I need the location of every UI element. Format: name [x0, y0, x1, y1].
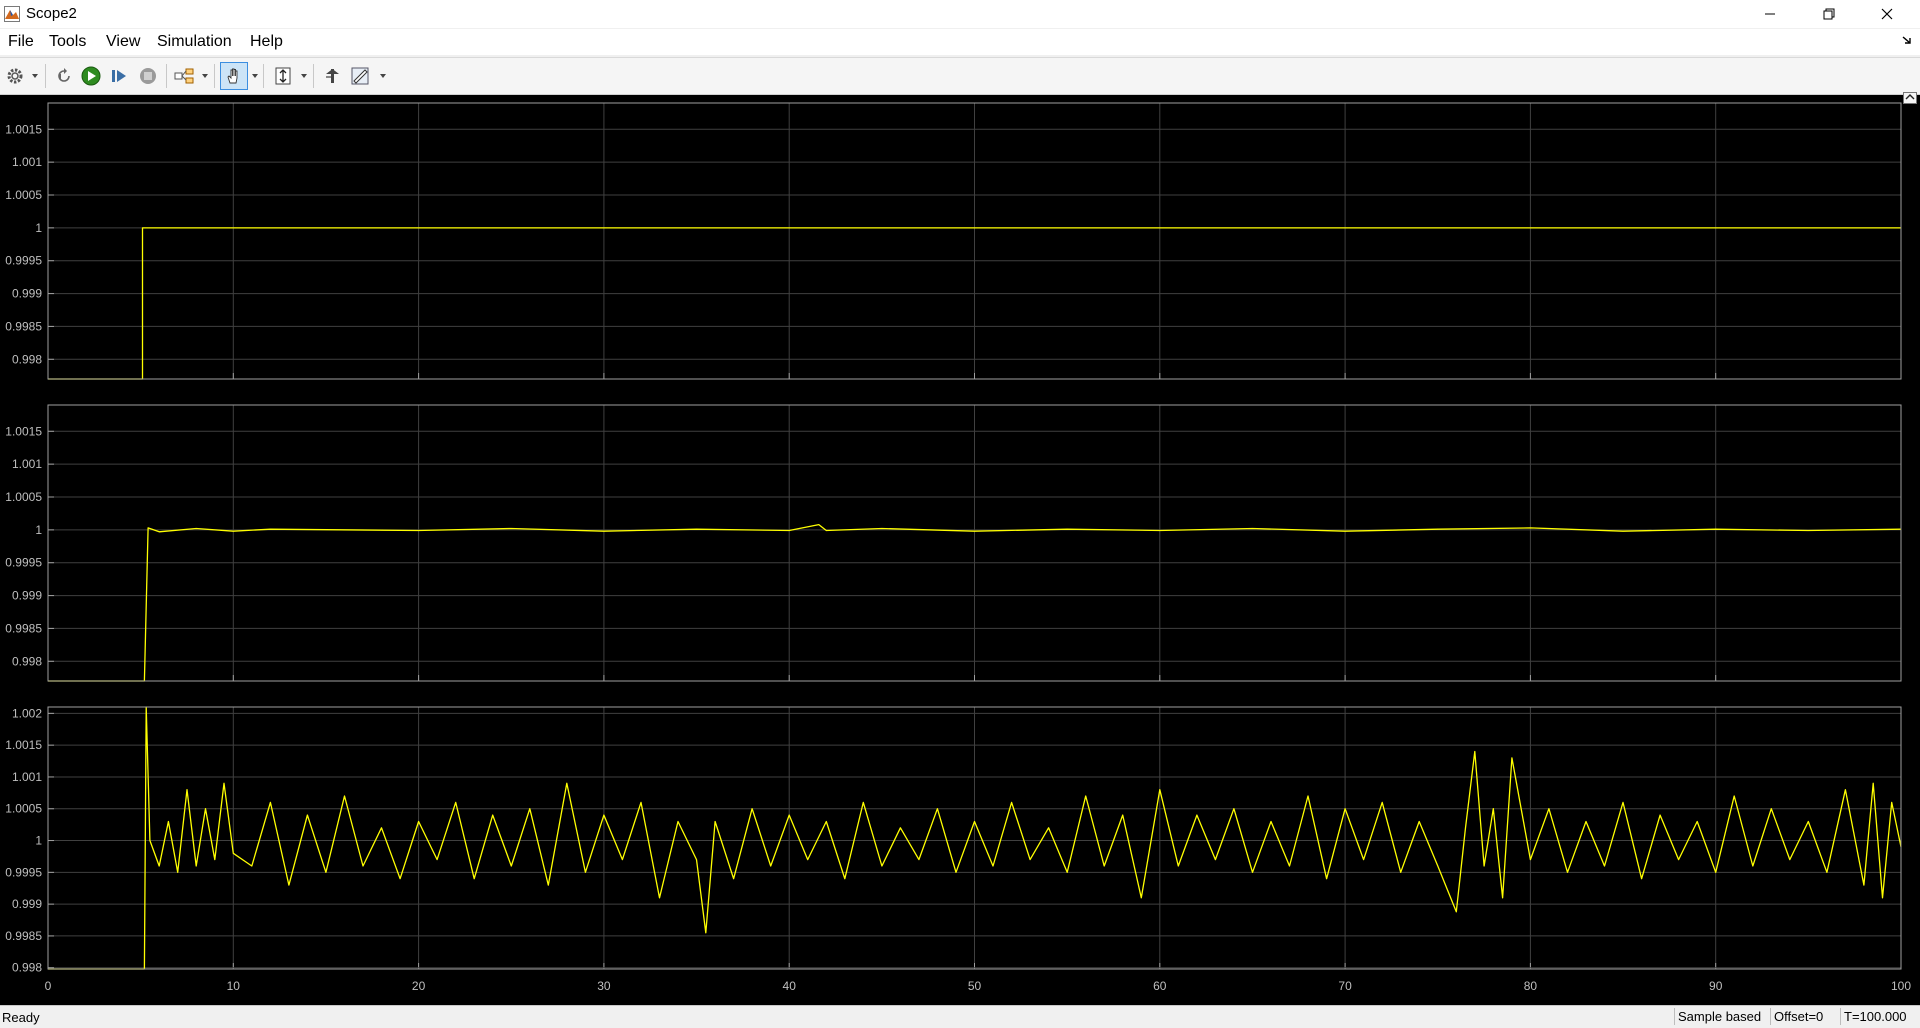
zoom-axes-icon [275, 67, 291, 85]
y-tick-label: 1.001 [12, 770, 42, 784]
y-tick-label: 1.0005 [5, 188, 42, 202]
scope-figure: 0.998 0.9985 0.999 0.9995 1 1.0005 1.001 1.0015… [0, 95, 1920, 1005]
toolbar [0, 57, 1920, 95]
y-tick-label: 0.998 [12, 352, 42, 366]
x-tick-label: 40 [783, 979, 797, 993]
measurement-button[interactable] [350, 65, 372, 87]
x-tick-label: 10 [227, 979, 241, 993]
status-time: T=100.000 [1840, 1008, 1910, 1025]
y-tick-label: 1 [35, 221, 42, 235]
toolbar-separator [214, 64, 215, 88]
step-forward-button[interactable] [108, 65, 130, 87]
y-tick-label: 1.0015 [5, 424, 42, 438]
settings-button[interactable] [4, 65, 26, 87]
restore-icon [1823, 8, 1835, 20]
menu-view[interactable]: View [106, 33, 140, 51]
y-tick-label: 1.001 [12, 457, 42, 471]
run-icon [81, 66, 101, 86]
y-tick-label: 0.9995 [5, 556, 42, 570]
menu-simulation[interactable]: Simulation [157, 33, 232, 51]
measurement-dropdown-icon[interactable] [380, 73, 386, 79]
toolbar-separator [263, 64, 264, 88]
x-tick-label: 100 [1891, 979, 1911, 993]
y-tick-label: 1 [35, 834, 42, 848]
x-tick-label: 70 [1338, 979, 1352, 993]
y-tick-label: 1 [35, 523, 42, 537]
close-button[interactable] [1864, 0, 1910, 28]
y-tick-label: 1.0015 [5, 122, 42, 136]
scope-plots: 0.9980.99850.9990.999511.00051.0011.0015… [5, 102, 1911, 993]
y-tick-label: 0.9995 [5, 254, 42, 268]
expand-icon[interactable] [1903, 92, 1917, 104]
y-tick-label: 0.998 [12, 961, 42, 975]
y-tick-label: 0.999 [12, 897, 42, 911]
y-tick-label: 1.0005 [5, 802, 42, 816]
y-tick-label: 0.998 [12, 654, 42, 668]
restore-view-button[interactable] [321, 65, 343, 87]
x-tick-label: 0 [45, 979, 52, 993]
minimize-icon [1765, 13, 1775, 15]
y-tick-label: 0.999 [12, 589, 42, 603]
y-tick-label: 0.9995 [5, 865, 42, 879]
y-tick-label: 1.0005 [5, 490, 42, 504]
status-bar: Ready Sample based Offset=0 T=100.000 [0, 1005, 1920, 1028]
pan-button[interactable] [220, 62, 248, 90]
app-icon [4, 6, 20, 22]
menu-file[interactable]: File [8, 33, 34, 51]
settings-gear-icon [7, 68, 23, 84]
y-tick-label: 1.001 [12, 155, 42, 169]
highlight-block-icon [174, 68, 194, 84]
toolbar-separator [45, 64, 46, 88]
pan-hand-icon [227, 68, 238, 84]
status-sample-based: Sample based [1674, 1008, 1764, 1025]
highlight-dropdown-icon[interactable] [202, 73, 208, 79]
menu-help[interactable]: Help [250, 33, 283, 51]
toolbar-separator [166, 64, 167, 88]
menu-tools[interactable]: Tools [49, 33, 86, 51]
title-bar: Scope2 [0, 0, 1920, 28]
y-tick-label: 0.9985 [5, 319, 42, 333]
restore-button[interactable] [1806, 0, 1852, 28]
x-tick-label: 90 [1709, 979, 1723, 993]
stop-icon [140, 68, 156, 84]
x-tick-label: 30 [597, 979, 611, 993]
step-back-icon [58, 68, 70, 82]
y-tick-label: 0.9985 [5, 621, 42, 635]
x-tick-label: 80 [1524, 979, 1538, 993]
y-tick-label: 1.002 [12, 706, 42, 720]
step-forward-icon [112, 70, 126, 82]
y-tick-label: 0.999 [12, 287, 42, 301]
status-offset: Offset=0 [1770, 1008, 1826, 1025]
highlight-block-button[interactable] [173, 65, 195, 87]
menu-bar: File Tools View Simulation Help [0, 29, 1920, 55]
close-icon [1881, 8, 1893, 20]
run-button[interactable] [80, 65, 102, 87]
restore-view-icon [326, 69, 339, 83]
x-tick-label: 60 [1153, 979, 1167, 993]
pan-dropdown-icon[interactable] [252, 73, 258, 79]
step-back-button[interactable] [53, 65, 75, 87]
window-title: Scope2 [26, 5, 77, 22]
settings-dropdown-icon[interactable] [32, 73, 38, 79]
y-tick-label: 1.0015 [5, 738, 42, 752]
x-tick-label: 20 [412, 979, 426, 993]
stop-button[interactable] [137, 65, 159, 87]
zoom-dropdown-icon[interactable] [301, 73, 307, 79]
measurement-icon [351, 67, 369, 85]
dock-arrow-icon[interactable] [1900, 33, 1914, 47]
minimize-button[interactable] [1747, 0, 1793, 28]
zoom-axes-button[interactable] [272, 65, 294, 87]
x-tick-label: 50 [968, 979, 982, 993]
toolbar-separator [313, 64, 314, 88]
status-ready: Ready [2, 1010, 40, 1025]
y-tick-label: 0.9985 [5, 929, 42, 943]
